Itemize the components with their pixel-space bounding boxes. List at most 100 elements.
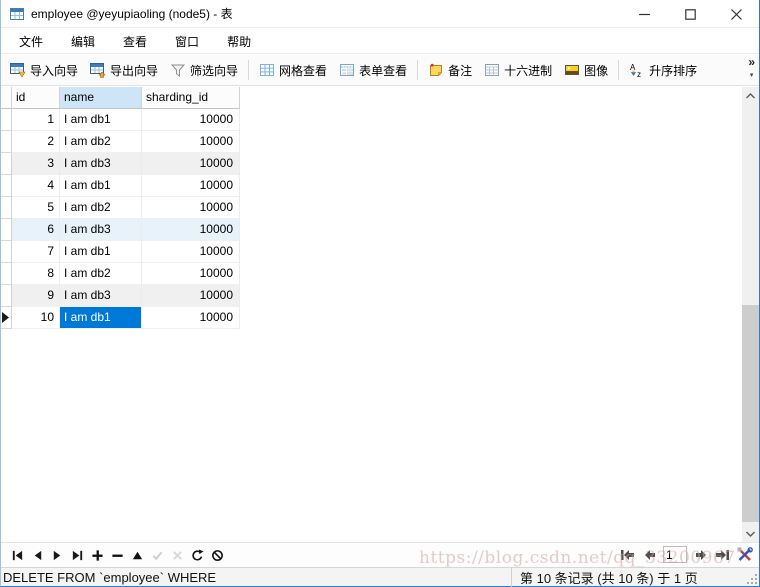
cell-id[interactable]: 5 (12, 197, 60, 219)
last-record-button[interactable] (67, 546, 87, 564)
memo-button[interactable]: 备注 (422, 59, 478, 82)
row-header[interactable] (1, 285, 12, 307)
cell-sharding-id[interactable]: 10000 (142, 285, 240, 307)
last-page-button[interactable] (714, 546, 731, 563)
table-row[interactable]: 6 I am db3 10000 (1, 219, 759, 241)
next-page-button[interactable] (692, 546, 709, 563)
maximize-button[interactable] (667, 0, 713, 28)
prev-record-button[interactable] (27, 546, 47, 564)
cell-name[interactable]: I am db1 (60, 175, 142, 197)
vertical-scrollbar[interactable] (742, 87, 759, 542)
table-row[interactable]: 7 I am db1 10000 (1, 241, 759, 263)
column-header-sharding-id[interactable]: sharding_id (142, 87, 240, 109)
row-header[interactable] (1, 197, 12, 219)
add-record-button[interactable] (87, 546, 107, 564)
cell-name[interactable]: I am db2 (60, 263, 142, 285)
table-body: 1 I am db1 10000 2 I am db2 10000 3 I am… (1, 109, 759, 329)
table-row[interactable]: 2 I am db2 10000 (1, 131, 759, 153)
cell-id[interactable]: 6 (12, 219, 60, 241)
toolbar-overflow-button[interactable]: » ▾ (748, 57, 755, 81)
row-header[interactable] (1, 307, 12, 329)
table-row[interactable]: 3 I am db3 10000 (1, 153, 759, 175)
scroll-up-button[interactable] (742, 87, 759, 104)
cell-id[interactable]: 9 (12, 285, 60, 307)
cell-sharding-id[interactable]: 10000 (142, 241, 240, 263)
row-header[interactable] (1, 131, 12, 153)
prev-page-button[interactable] (641, 546, 658, 563)
cell-sharding-id[interactable]: 10000 (142, 131, 240, 153)
table-row[interactable]: 10 I am db1 10000 (1, 307, 759, 329)
table-row[interactable]: 5 I am db2 10000 (1, 197, 759, 219)
table-row[interactable]: 8 I am db2 10000 (1, 263, 759, 285)
resize-grip[interactable] (747, 574, 757, 584)
row-header-corner[interactable] (1, 87, 12, 109)
cell-sharding-id[interactable]: 10000 (142, 307, 240, 329)
cell-id[interactable]: 7 (12, 241, 60, 263)
menu-help[interactable]: 帮助 (213, 30, 265, 53)
import-wizard-icon (10, 62, 26, 78)
form-view-button[interactable]: 表单查看 (333, 59, 413, 82)
menu-edit[interactable]: 编辑 (57, 30, 109, 53)
cell-name[interactable]: I am db1 (60, 109, 142, 131)
import-wizard-button[interactable]: 导入向导 (4, 59, 84, 82)
row-header[interactable] (1, 263, 12, 285)
cell-id[interactable]: 2 (12, 131, 60, 153)
edit-record-button[interactable] (127, 546, 147, 564)
row-header[interactable] (1, 241, 12, 263)
page-number-input[interactable] (663, 546, 687, 563)
cell-name[interactable]: I am db1 (60, 307, 142, 329)
cell-name[interactable]: I am db2 (60, 197, 142, 219)
settings-tools-button[interactable] (736, 546, 753, 563)
current-row-marker-icon (2, 312, 9, 323)
cell-id[interactable]: 1 (12, 109, 60, 131)
scroll-down-button[interactable] (742, 525, 759, 542)
cell-id[interactable]: 4 (12, 175, 60, 197)
record-toolbar (1, 542, 759, 567)
cell-id[interactable]: 8 (12, 263, 60, 285)
column-header-id[interactable]: id (12, 87, 60, 109)
refresh-button[interactable] (187, 546, 207, 564)
cell-name[interactable]: I am db3 (60, 219, 142, 241)
next-record-button[interactable] (47, 546, 67, 564)
cell-name[interactable]: I am db1 (60, 241, 142, 263)
image-button[interactable]: 图像 (558, 59, 614, 82)
cell-name[interactable]: I am db2 (60, 131, 142, 153)
scrollbar-thumb[interactable] (742, 305, 759, 522)
cell-name[interactable]: I am db3 (60, 153, 142, 175)
cell-sharding-id[interactable]: 10000 (142, 153, 240, 175)
sort-ascending-button[interactable]: A z 升序排序 (623, 59, 703, 82)
title-bar: employee @yeyupiaoling (node5) - 表 (1, 0, 759, 28)
row-header[interactable] (1, 175, 12, 197)
stop-button[interactable] (207, 546, 227, 564)
minimize-button[interactable] (621, 0, 667, 28)
row-header[interactable] (1, 153, 12, 175)
delete-record-button[interactable] (107, 546, 127, 564)
close-button[interactable] (713, 0, 759, 28)
cell-sharding-id[interactable]: 10000 (142, 197, 240, 219)
row-header[interactable] (1, 109, 12, 131)
cell-name[interactable]: I am db3 (60, 285, 142, 307)
hex-button[interactable]: 十六进制 (478, 59, 558, 82)
menu-view[interactable]: 查看 (109, 30, 161, 53)
apply-changes-button[interactable] (147, 546, 167, 564)
cell-id[interactable]: 3 (12, 153, 60, 175)
discard-changes-button[interactable] (167, 546, 187, 564)
first-record-button[interactable] (7, 546, 27, 564)
cell-id[interactable]: 10 (12, 307, 60, 329)
first-page-button[interactable] (619, 546, 636, 563)
cell-sharding-id[interactable]: 10000 (142, 175, 240, 197)
filter-wizard-button[interactable]: 筛选向导 (164, 59, 244, 82)
cell-sharding-id[interactable]: 10000 (142, 109, 240, 131)
export-wizard-button[interactable]: 导出向导 (84, 59, 164, 82)
table-row[interactable]: 1 I am db1 10000 (1, 109, 759, 131)
cell-sharding-id[interactable]: 10000 (142, 263, 240, 285)
grid-view-button[interactable]: 网格查看 (253, 59, 333, 82)
menu-file[interactable]: 文件 (5, 30, 57, 53)
table-row[interactable]: 9 I am db3 10000 (1, 285, 759, 307)
column-header-name[interactable]: name (60, 87, 142, 109)
filter-wizard-icon (170, 62, 186, 78)
cell-sharding-id[interactable]: 10000 (142, 219, 240, 241)
menu-window[interactable]: 窗口 (161, 30, 213, 53)
row-header[interactable] (1, 219, 12, 241)
table-row[interactable]: 4 I am db1 10000 (1, 175, 759, 197)
